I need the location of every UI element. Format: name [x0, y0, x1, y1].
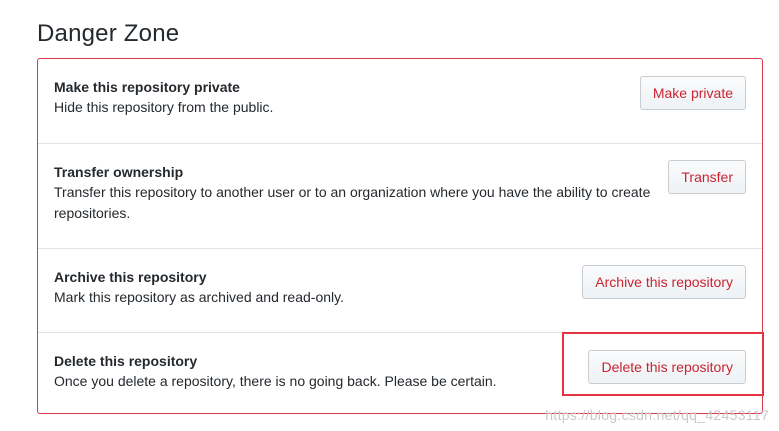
make-private-button[interactable]: Make private	[639, 76, 746, 110]
danger-zone-heading: Danger Zone	[37, 20, 180, 47]
make-private-row: Make this repository private Hide this r…	[38, 59, 762, 143]
transfer-ownership-description: Transfer this repository to another user…	[54, 184, 651, 221]
delete-title: Delete this repository	[54, 353, 198, 369]
transfer-ownership-row: Transfer ownership Transfer this reposit…	[38, 143, 762, 248]
settings-page: Danger Zone Make this repository private…	[0, 0, 779, 431]
highlight-box	[562, 332, 764, 396]
archive-button[interactable]: Archive this repository	[582, 265, 746, 299]
watermark: https://blog.csdn.net/qq_42453117	[545, 407, 769, 423]
make-private-title: Make this repository private	[54, 79, 240, 95]
archive-description: Mark this repository as archived and rea…	[54, 289, 344, 305]
transfer-button[interactable]: Transfer	[668, 160, 746, 194]
archive-row: Archive this repository Mark this reposi…	[38, 248, 762, 332]
delete-description: Once you delete a repository, there is n…	[54, 373, 497, 389]
archive-title: Archive this repository	[54, 269, 207, 285]
transfer-ownership-title: Transfer ownership	[54, 164, 184, 180]
make-private-description: Hide this repository from the public.	[54, 99, 274, 115]
